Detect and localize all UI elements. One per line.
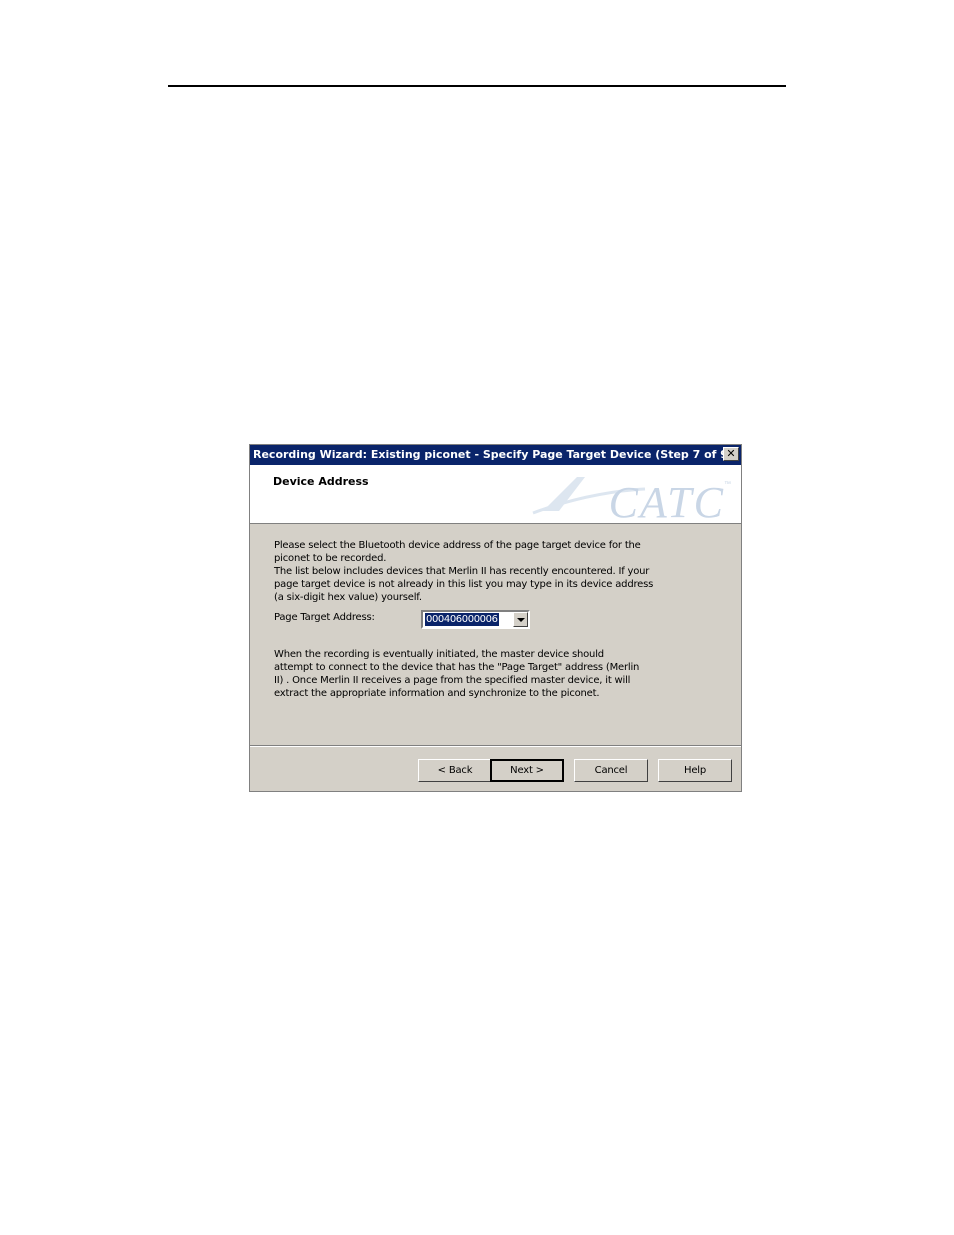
button-separator: [250, 745, 741, 747]
page-header-rule: [168, 85, 786, 87]
close-icon[interactable]: ✕: [723, 447, 739, 461]
help-button[interactable]: Help: [658, 759, 732, 782]
dialog-titlebar[interactable]: Recording Wizard: Existing piconet - Spe…: [250, 445, 741, 465]
page-target-address-combobox[interactable]: 000406000006: [421, 610, 530, 629]
recording-info-text: When the recording is eventually initiat…: [274, 649, 640, 699]
instruction-text: Please select the Bluetooth device addre…: [274, 540, 641, 564]
device-list-text: The list below includes devices that Mer…: [274, 566, 654, 603]
dialog-title: Recording Wizard: Existing piconet - Spe…: [253, 448, 733, 461]
catc-logo: CATC ™: [525, 471, 735, 527]
logo-text: CATC: [608, 478, 725, 527]
banner-heading: Device Address: [273, 475, 369, 488]
page-target-address-value[interactable]: 000406000006: [425, 613, 499, 626]
next-button[interactable]: Next >: [490, 759, 564, 782]
page-target-address-label: Page Target Address:: [274, 612, 375, 623]
back-button[interactable]: < Back: [418, 759, 492, 782]
cancel-button[interactable]: Cancel: [574, 759, 648, 782]
chevron-down-icon[interactable]: [513, 612, 528, 627]
wizard-content: Please select the Bluetooth device addre…: [250, 524, 741, 745]
recording-wizard-dialog: Recording Wizard: Existing piconet - Spe…: [249, 444, 742, 792]
logo-trademark: ™: [724, 481, 731, 488]
wizard-banner: Device Address CATC ™: [250, 465, 741, 527]
